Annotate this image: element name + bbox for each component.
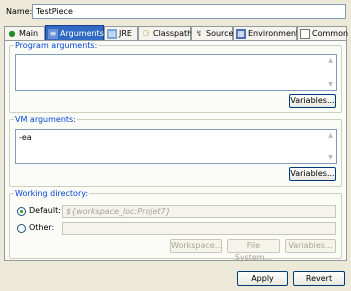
launch-config-tabs: ● Main ≡ Arguments ▤ JRE ⚆ Classpath ↯ S… (4, 25, 349, 41)
program-arguments-scrollbar[interactable]: ▲ ▼ (325, 55, 336, 90)
other-radio-label: Other: (29, 223, 55, 232)
tab-classpath-label: Classpath (153, 28, 193, 38)
program-arguments-label: Program arguments: (15, 41, 98, 50)
tab-common[interactable]: Common (297, 26, 349, 40)
tab-source-label: Source (206, 28, 234, 38)
default-radio-label: Default: (29, 206, 61, 215)
main-tab-icon: ● (8, 28, 16, 38)
source-tab-icon: ↯ (195, 28, 203, 38)
tab-classpath[interactable]: ⚆ Classpath (138, 26, 193, 40)
vm-arguments-scrollbar[interactable]: ▲ ▼ (325, 130, 336, 163)
scroll-down-icon[interactable]: ▼ (328, 81, 333, 88)
tab-arguments-label: Arguments (60, 28, 104, 38)
other-directory-field[interactable] (62, 222, 336, 235)
vm-arguments-value: -ea (19, 133, 32, 142)
name-input[interactable]: TestPiece (32, 4, 346, 19)
file-system-button[interactable]: File System... (227, 239, 280, 262)
program-arguments-textarea[interactable]: ▲ ▼ (15, 54, 337, 91)
working-directory-label: Working directory: (15, 189, 89, 198)
revert-button[interactable]: Revert (293, 271, 345, 286)
tab-environment-label: Environment (248, 28, 300, 38)
default-radio[interactable] (17, 207, 26, 216)
name-label: Name: (6, 7, 33, 16)
arguments-tab-panel: Program arguments: ▲ ▼ Variables... VM a… (4, 40, 347, 262)
vm-arguments-textarea[interactable]: -ea ▲ ▼ (15, 129, 337, 164)
tab-main[interactable]: ● Main (4, 26, 45, 40)
tab-arguments[interactable]: ≡ Arguments (45, 25, 104, 41)
jre-tab-icon: ▤ (107, 28, 117, 39)
tab-source[interactable]: ↯ Source (191, 26, 233, 40)
apply-button[interactable]: Apply (237, 271, 288, 286)
vm-variables-button[interactable]: Variables... (289, 167, 336, 181)
scroll-down-icon[interactable]: ▼ (328, 154, 333, 161)
scroll-up-icon[interactable]: ▲ (328, 57, 333, 64)
working-variables-button[interactable]: Variables... (285, 239, 336, 253)
tab-jre-label: JRE (119, 28, 132, 38)
arguments-tab-icon: ≡ (48, 28, 58, 39)
other-radio[interactable] (17, 224, 26, 233)
default-directory-field: ${workspace_loc:Projet7} (62, 205, 336, 218)
scroll-up-icon[interactable]: ▲ (328, 132, 333, 139)
tab-common-label: Common (312, 28, 349, 38)
workspace-button[interactable]: Workspace... (170, 239, 222, 253)
classpath-tab-icon: ⚆ (142, 28, 150, 38)
vm-arguments-label: VM arguments: (15, 115, 76, 124)
common-tab-icon (300, 28, 310, 39)
tab-environment[interactable]: ▦ Environment (233, 26, 300, 40)
tab-main-label: Main (19, 28, 39, 38)
tab-jre[interactable]: ▤ JRE (104, 26, 138, 40)
program-variables-button[interactable]: Variables... (289, 94, 336, 108)
environment-tab-icon: ▦ (236, 28, 246, 39)
